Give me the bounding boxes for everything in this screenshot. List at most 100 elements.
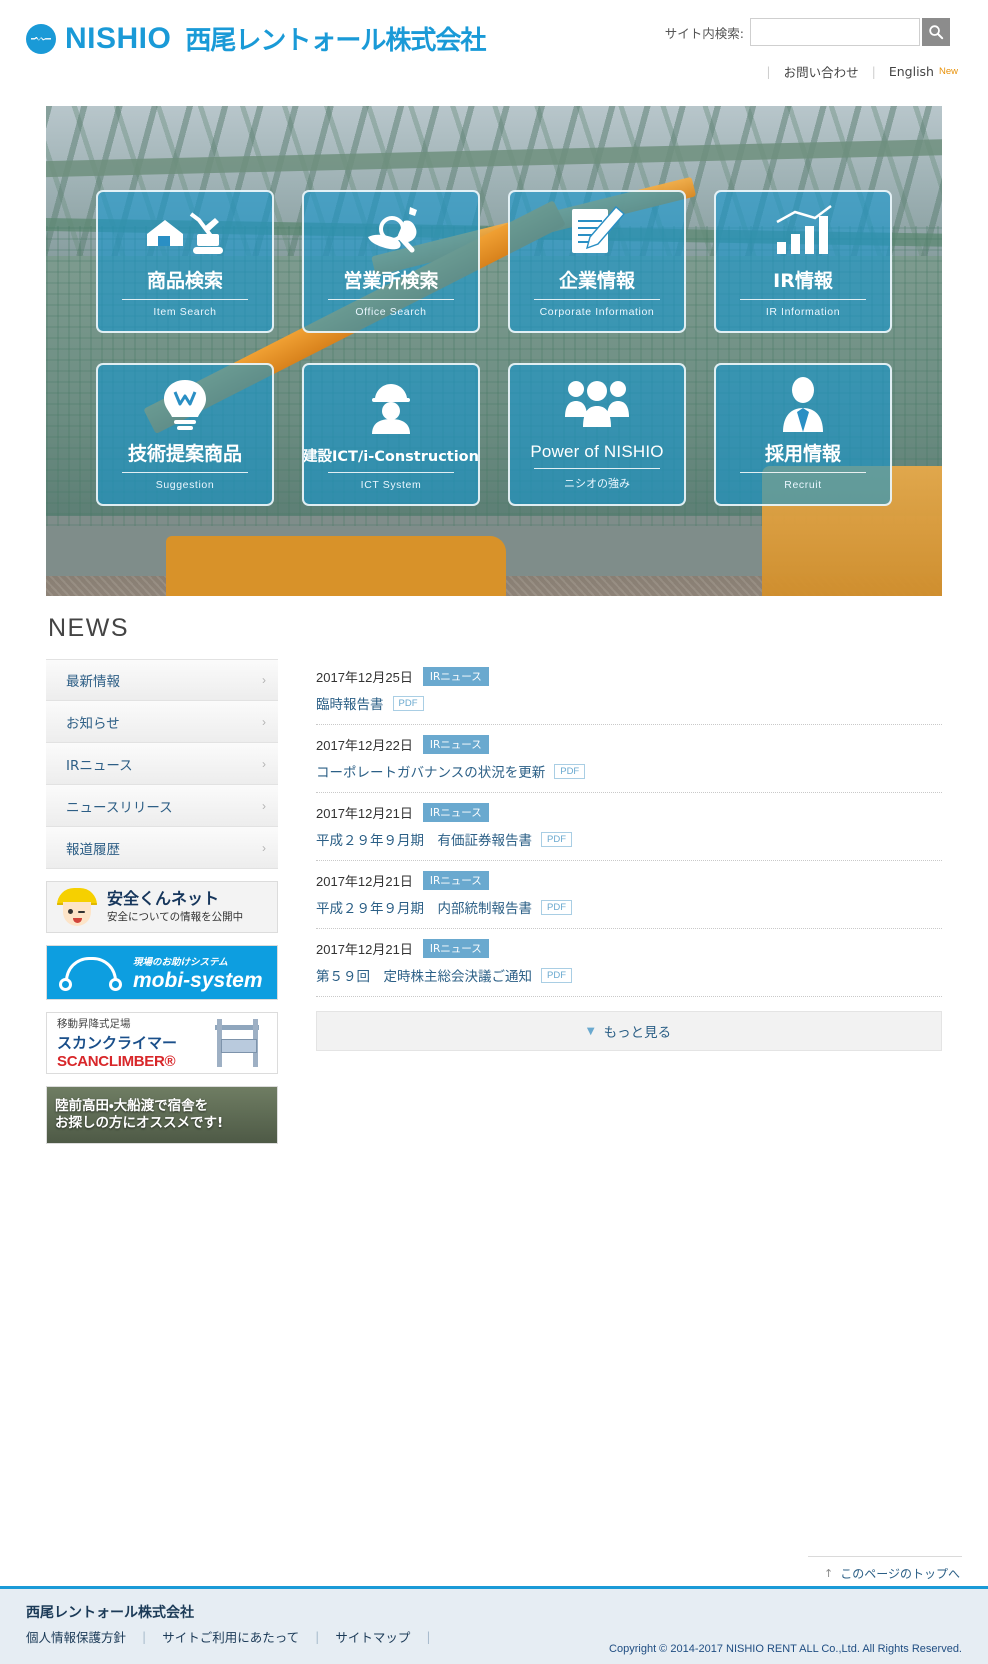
banner-mobi-system[interactable]: 現場のお助けシステム mobi-system xyxy=(46,945,278,1000)
search-icon xyxy=(929,25,944,40)
tile-ir-information[interactable]: IR情報 IR Information xyxy=(714,190,892,333)
news-list-item[interactable]: 2017年12月21日 IRニュース 平成２９年９月期 有価証券報告書 PDF xyxy=(316,793,942,861)
hero-tile-row-1: 商品検索 Item Search 営業所検索 Office Search 企業情… xyxy=(96,190,892,333)
tile-subtitle: Suggestion xyxy=(155,479,215,491)
sidebar-item-label: 最新情報 xyxy=(66,674,120,690)
tile-subtitle: Corporate Information xyxy=(539,306,655,318)
load-more-label: もっと見る xyxy=(603,1025,672,1041)
header-utility-nav: | お問い合わせ | English New xyxy=(753,62,958,81)
tile-recruit[interactable]: 採用情報 Recruit xyxy=(714,363,892,506)
news-title-link[interactable]: 第５９回 定時株主総会決議ご通知 xyxy=(316,965,532,985)
news-list-item[interactable]: 2017年12月22日 IRニュース コーポレートガバナンスの状況を更新 PDF xyxy=(316,725,942,793)
sidebar-item-notices[interactable]: お知らせ › xyxy=(46,701,278,743)
three-people-icon xyxy=(510,365,684,443)
news-title-link[interactable]: コーポレートガバナンスの状況を更新 xyxy=(316,761,545,781)
news-date: 2017年12月22日 xyxy=(316,738,413,753)
logo-text-en: NISHIO xyxy=(65,21,172,55)
footer-link-privacy[interactable]: 個人情報保護方針 xyxy=(26,1627,126,1646)
tile-ict-system[interactable]: 建設ICT/i-Construction ICT System xyxy=(302,363,480,506)
banner-mobi-title: mobi-system xyxy=(133,969,263,992)
chevron-right-icon: › xyxy=(262,756,266,771)
footer-divider: | xyxy=(315,1629,320,1644)
contact-link[interactable]: お問い合わせ xyxy=(784,62,859,81)
helmet-mascot-icon xyxy=(55,887,99,927)
tile-title: 建設ICT/i-Construction xyxy=(303,448,479,465)
search-label: サイト内検索: xyxy=(664,25,744,41)
tile-subtitle: Item Search xyxy=(153,306,217,318)
sidebar-item-press-history[interactable]: 報道履歴 › xyxy=(46,827,278,869)
banner-anzenkun-net[interactable]: 安全くんネット 安全についての情報を公開中 xyxy=(46,881,278,933)
tile-suggestion[interactable]: 技術提案商品 Suggestion xyxy=(96,363,274,506)
worker-helmet-icon xyxy=(304,365,478,450)
site-search: サイト内検索: xyxy=(665,18,950,46)
banner-scanclimber[interactable]: 移動昇降式足場 スカンクライマー SCANCLIMBER® xyxy=(46,1012,278,1074)
sidebar-item-label: IRニュース xyxy=(66,757,133,774)
pdf-badge[interactable]: PDF xyxy=(541,831,572,847)
map-magnifier-icon xyxy=(304,192,478,272)
hero-tile-row-2: 技術提案商品 Suggestion 建設ICT/i-Construction I… xyxy=(96,363,892,506)
lightbulb-icon xyxy=(98,365,272,445)
banner-safety-subtitle: 安全についての情報を公開中 xyxy=(107,911,244,924)
chevron-right-icon: › xyxy=(262,673,266,687)
pdf-badge[interactable]: PDF xyxy=(541,899,572,915)
banner-mobi-tagline: 現場のお助けシステム xyxy=(133,957,228,968)
main-content: NEWS 最新情報 › お知らせ › IRニュース › ニュースリリース › 報… xyxy=(46,596,942,1144)
sidebar-item-news-release[interactable]: ニュースリリース › xyxy=(46,785,278,827)
pdf-badge[interactable]: PDF xyxy=(392,695,424,711)
tile-title: IR情報 xyxy=(773,270,833,292)
english-new-badge: New xyxy=(938,66,958,77)
news-category-badge: IRニュース xyxy=(422,735,489,754)
tile-title: Power of NISHIO xyxy=(530,442,664,461)
tile-item-search[interactable]: 商品検索 Item Search xyxy=(96,190,274,333)
caret-down-icon: ▼ xyxy=(586,1025,595,1037)
utility-divider: | xyxy=(871,64,876,79)
mobi-system-logo-icon xyxy=(57,955,129,991)
search-input[interactable] xyxy=(750,18,920,46)
tile-power-of-nishio[interactable]: Power of NISHIO ニシオの強み xyxy=(508,363,686,506)
tile-subtitle: Office Search xyxy=(355,306,427,318)
footer-copyright: Copyright © 2014-2017 NISHIO RENT ALL Co… xyxy=(609,1643,962,1655)
page-top-label: このページのトップへ xyxy=(840,1567,960,1581)
news-category-badge: IRニュース xyxy=(422,803,489,822)
footer-link-sitemap[interactable]: サイトマップ xyxy=(335,1627,410,1646)
news-title-link[interactable]: 臨時報告書 xyxy=(316,693,384,713)
banner-rikuzentakata[interactable]: 陸前高田・大船渡で宿舎を お探しの方にオススメです! xyxy=(46,1086,278,1144)
search-button[interactable] xyxy=(922,18,950,46)
excavator-house-icon xyxy=(98,192,272,272)
tile-subtitle: Recruit xyxy=(784,479,822,491)
news-list-item[interactable]: 2017年12月25日 IRニュース 臨時報告書 PDF xyxy=(316,663,942,725)
load-more-button[interactable]: ▼ もっと見る xyxy=(316,1011,942,1051)
tile-title: 営業所検索 xyxy=(343,270,439,292)
page-top-link[interactable]: ↑ このページのトップへ xyxy=(808,1556,962,1586)
news-category-badge: IRニュース xyxy=(422,939,489,958)
news-title-link[interactable]: 平成２９年９月期 内部統制報告書 xyxy=(316,897,532,917)
tile-office-search[interactable]: 営業所検索 Office Search xyxy=(302,190,480,333)
sidebar-item-ir-news[interactable]: IRニュース › xyxy=(46,743,278,785)
banner-scan-jp: スカンクライマー xyxy=(57,1034,178,1052)
nishio-mark-icon xyxy=(26,23,56,54)
banner-scan-en: SCANCLIMBER® xyxy=(57,1053,176,1070)
hero-banner: 商品検索 Item Search 営業所検索 Office Search 企業情… xyxy=(46,106,942,596)
news-category-badge: IRニュース xyxy=(422,667,489,686)
pdf-badge[interactable]: PDF xyxy=(554,763,586,779)
english-link[interactable]: English xyxy=(889,64,934,79)
tile-subtitle: IR Information xyxy=(765,306,841,318)
news-list-item[interactable]: 2017年12月21日 IRニュース 平成２９年９月期 内部統制報告書 PDF xyxy=(316,861,942,929)
scaffold-icon xyxy=(207,1019,267,1067)
chevron-right-icon: › xyxy=(262,798,266,813)
hero-tile-grid: 商品検索 Item Search 営業所検索 Office Search 企業情… xyxy=(46,106,942,596)
sidebar-item-latest[interactable]: 最新情報 › xyxy=(46,659,278,701)
pdf-badge[interactable]: PDF xyxy=(541,967,572,983)
site-logo[interactable]: NISHIO 西尾レントォール株式会社 xyxy=(26,20,486,57)
tile-title: 採用情報 xyxy=(764,443,841,465)
news-list-item[interactable]: 2017年12月21日 IRニュース 第５９回 定時株主総会決議ご通知 PDF xyxy=(316,929,942,997)
arrow-up-icon: ↑ xyxy=(824,1567,834,1580)
sidebar-item-label: ニュースリリース xyxy=(66,799,173,816)
news-date: 2017年12月21日 xyxy=(316,806,413,821)
news-title-link[interactable]: 平成２９年９月期 有価証券報告書 xyxy=(316,829,532,849)
tile-corporate-information[interactable]: 企業情報 Corporate Information xyxy=(508,190,686,333)
footer-link-terms[interactable]: サイトご利用にあたって xyxy=(162,1627,299,1646)
tile-title: 商品検索 xyxy=(146,270,223,292)
document-pencil-icon xyxy=(510,192,684,272)
banner-safety-title: 安全くんネット xyxy=(107,888,220,908)
